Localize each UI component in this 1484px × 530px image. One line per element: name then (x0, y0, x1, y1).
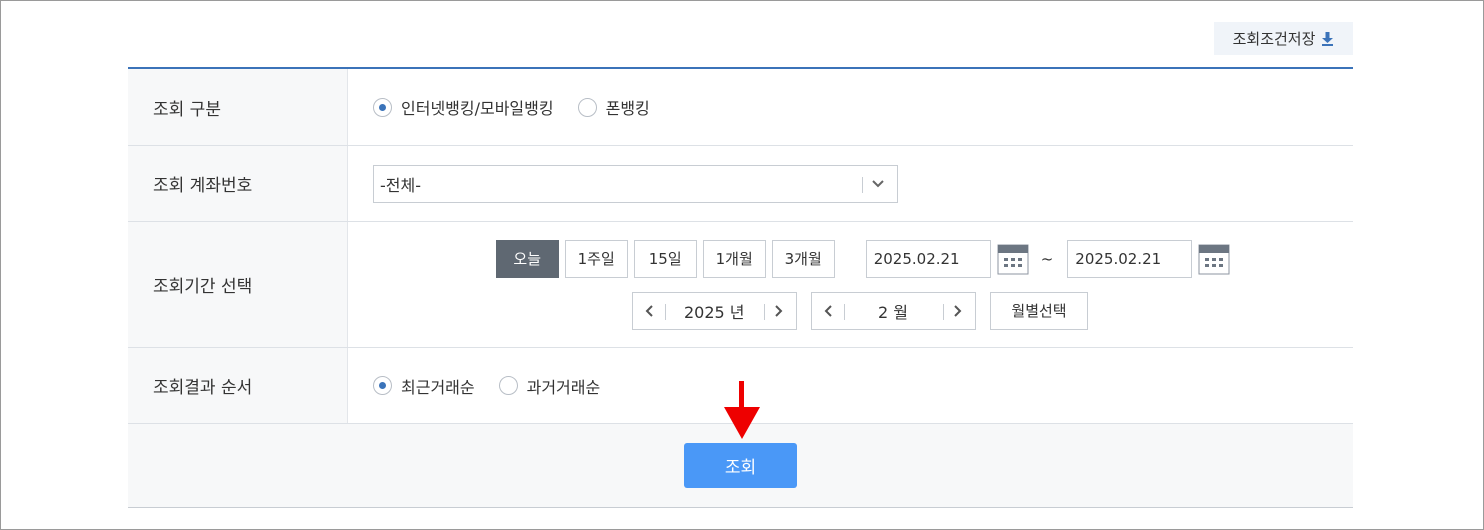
inquiry-type-row: 조회 구분 인터넷뱅킹/모바일뱅킹 폰뱅킹 (128, 69, 1353, 146)
stepper-divider (943, 303, 944, 320)
end-date-input[interactable]: 2025.02.21 (1067, 239, 1193, 278)
period-15days-button[interactable]: 15일 (633, 239, 697, 278)
radio-internet-mobile-banking[interactable]: 인터넷뱅킹/모바일뱅킹 (373, 95, 554, 119)
search-form: 조회 구분 인터넷뱅킹/모바일뱅킹 폰뱅킹 조회 계좌번호 -전체- 조회기간 … (128, 67, 1353, 508)
date-range-separator: ~ (1040, 249, 1054, 268)
radio-selected-icon (373, 97, 392, 117)
month-stepper: 2 월 (811, 291, 976, 330)
year-stepper: 2025 년 (632, 291, 797, 330)
period-row: 조회기간 선택 오늘 1주일 15일 1개월 3개월 2025.02.21 ~ … (128, 222, 1353, 348)
search-submit-button[interactable]: 조회 (684, 443, 797, 488)
account-row: 조회 계좌번호 -전체- (128, 146, 1353, 222)
chevron-right-icon[interactable] (774, 304, 784, 318)
radio-label: 인터넷뱅킹/모바일뱅킹 (401, 99, 554, 118)
select-divider (862, 176, 863, 193)
account-select[interactable]: -전체- (373, 164, 898, 203)
radio-selected-icon (373, 376, 392, 395)
month-value: 2 월 (878, 302, 908, 322)
radio-label: 폰뱅킹 (605, 99, 650, 118)
chevron-down-icon (872, 179, 884, 187)
chevron-left-icon[interactable] (644, 304, 654, 318)
period-1month-button[interactable]: 1개월 (702, 239, 766, 278)
calendar-icon[interactable] (997, 243, 1029, 275)
radio-phone-banking[interactable]: 폰뱅킹 (577, 95, 650, 119)
radio-oldest-first[interactable]: 과거거래순 (498, 374, 601, 398)
year-value: 2025 년 (684, 302, 745, 322)
chevron-right-icon[interactable] (953, 304, 963, 318)
save-condition-label: 조회조건저장 (1232, 30, 1316, 48)
period-1week-button[interactable]: 1주일 (564, 239, 628, 278)
account-label: 조회 계좌번호 (128, 146, 348, 221)
month-select-button[interactable]: 월별선택 (990, 291, 1088, 330)
radio-unselected-icon (577, 97, 597, 117)
period-today-button[interactable]: 오늘 (495, 239, 559, 278)
calendar-icon[interactable] (1198, 243, 1230, 275)
radio-recent-first[interactable]: 최근거래순 (373, 374, 475, 398)
chevron-left-icon[interactable] (823, 304, 833, 318)
account-select-value: -전체- (380, 175, 421, 195)
stepper-divider (665, 303, 666, 320)
order-label: 조회결과 순서 (128, 348, 348, 423)
period-label: 조회기간 선택 (128, 222, 348, 347)
radio-label: 최근거래순 (401, 377, 475, 397)
inquiry-type-label: 조회 구분 (128, 69, 348, 145)
save-condition-button[interactable]: 조회조건저장 (1214, 22, 1353, 55)
radio-label: 과거거래순 (526, 377, 601, 397)
radio-unselected-icon (498, 376, 518, 395)
stepper-divider (844, 303, 845, 320)
red-arrow-annotation-icon (724, 381, 760, 439)
start-date-input[interactable]: 2025.02.21 (865, 239, 991, 278)
period-3months-button[interactable]: 3개월 (771, 239, 835, 278)
download-icon (1322, 31, 1334, 46)
stepper-divider (764, 303, 765, 320)
